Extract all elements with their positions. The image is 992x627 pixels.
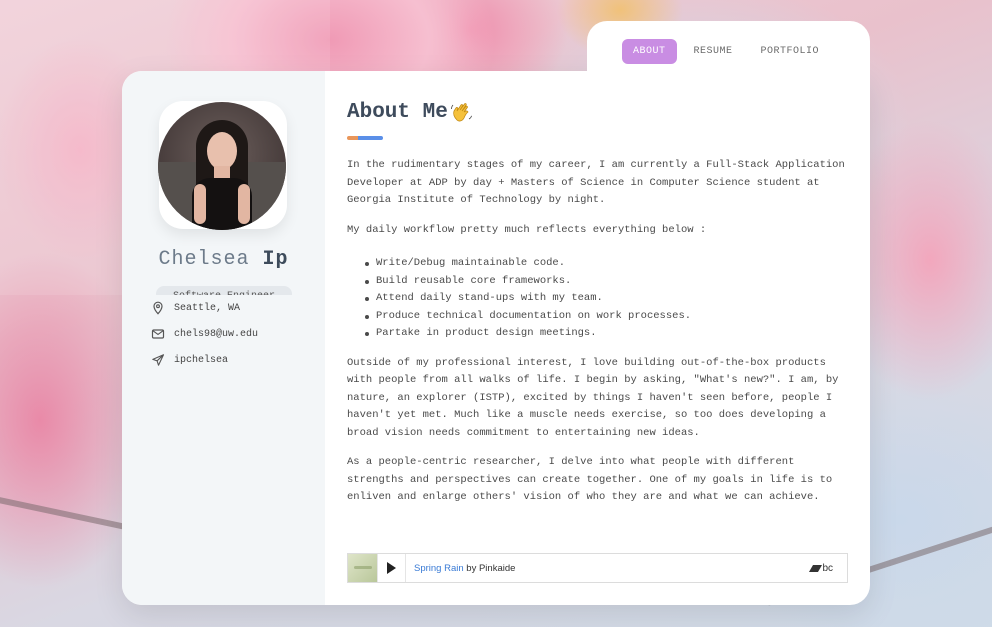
mail-icon [151, 329, 165, 339]
list-item: Partake in product design meetings. [365, 325, 852, 343]
workflow-list: Write/Debug maintainable code. Build reu… [365, 255, 852, 343]
contact-location: Seattle, WA [151, 301, 240, 315]
waving-hand-icon [450, 103, 472, 122]
interests-paragraph: Outside of my professional interest, I l… [347, 356, 839, 439]
contact-email[interactable]: chels98@uw.edu [151, 327, 258, 341]
play-button[interactable] [378, 554, 406, 582]
send-icon [152, 354, 165, 366]
avatar [158, 102, 286, 230]
nav-about[interactable]: ABOUT [622, 39, 677, 64]
bandcamp-logo[interactable]: bc [809, 562, 833, 574]
bandcamp-player: Spring Rain by Pinkaide bc [347, 553, 848, 583]
page-title-text: About Me [347, 100, 448, 124]
page-title: About Me [347, 100, 474, 124]
background-branch [0, 493, 139, 533]
last-name: Ip [262, 248, 289, 271]
track-artist[interactable]: Pinkaide [479, 563, 515, 574]
workflow-intro: My daily workflow pretty much reflects e… [347, 223, 707, 236]
bandcamp-icon [809, 564, 823, 572]
job-title-badge: Software Engineer [156, 286, 292, 295]
profile-name: Chelsea Ip [122, 248, 325, 271]
nav-resume[interactable]: RESUME [683, 39, 744, 64]
title-underline [347, 136, 383, 140]
list-item: Produce technical documentation on work … [365, 308, 852, 326]
list-item: Build reusable core frameworks. [365, 273, 852, 291]
top-nav: ABOUT RESUME PORTFOLIO [622, 39, 836, 64]
list-item: Attend daily stand-ups with my team. [365, 290, 852, 308]
first-name: Chelsea [158, 248, 250, 271]
album-art[interactable] [348, 554, 378, 582]
location-text: Seattle, WA [174, 302, 241, 314]
bandcamp-brand-text: bc [822, 562, 833, 574]
handle-text[interactable]: ipchelsea [174, 355, 228, 366]
intro-paragraph: In the rudimentary stages of my career, … [347, 159, 845, 206]
track-title-link[interactable]: Spring Rain [414, 563, 464, 574]
nav-portfolio[interactable]: PORTFOLIO [750, 39, 831, 64]
track-info: Spring Rain by Pinkaide [414, 563, 811, 574]
track-by-label: by [466, 562, 477, 574]
play-icon [387, 562, 396, 574]
location-pin-icon [153, 301, 163, 315]
contact-handle[interactable]: ipchelsea [151, 353, 228, 367]
research-paragraph: As a people-centric researcher, I delve … [347, 456, 833, 503]
list-item: Write/Debug maintainable code. [365, 255, 852, 273]
email-text[interactable]: chels98@uw.edu [174, 329, 258, 340]
about-content: In the rudimentary stages of my career, … [347, 157, 852, 519]
